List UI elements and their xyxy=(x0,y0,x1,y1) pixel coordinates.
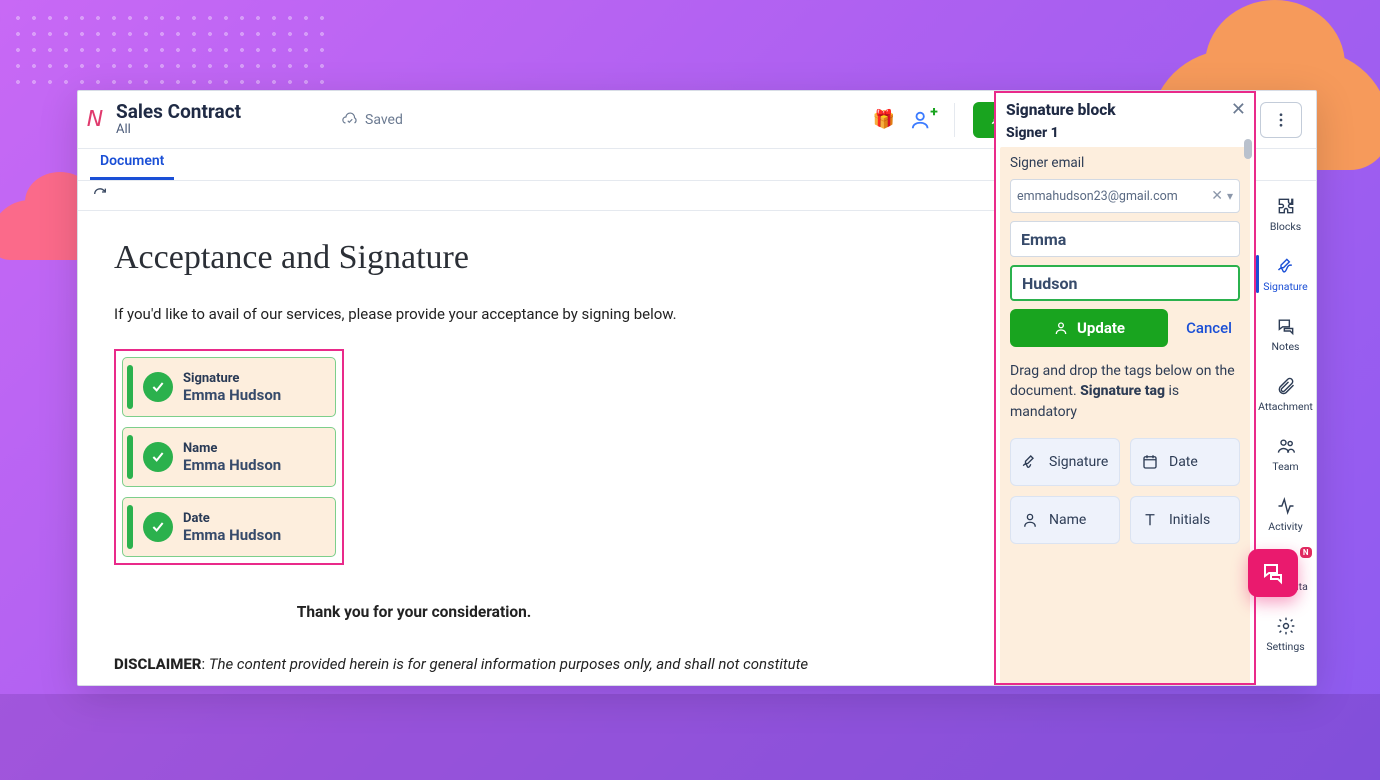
signature-icon xyxy=(1021,453,1039,471)
panel-body: Signer email emmahudson23@gmail.com ✕ ▾ … xyxy=(1000,181,1250,685)
gift-icon[interactable]: 🎁 xyxy=(870,106,898,134)
signer-email-select[interactable]: emmahudson23@gmail.com ✕ ▾ xyxy=(1010,181,1240,213)
sig-card-label: Name xyxy=(183,441,281,456)
hint-bold: Signature tag xyxy=(1080,383,1165,399)
rail-label: Settings xyxy=(1266,640,1304,653)
tag-grid: Signature Date Name Initials xyxy=(1010,438,1240,544)
tag-label: Name xyxy=(1049,512,1086,528)
email-chip: emmahudson23@gmail.com xyxy=(1017,189,1207,204)
person-icon xyxy=(1053,320,1069,336)
rail-label: Blocks xyxy=(1270,220,1301,233)
chat-bubbles-icon xyxy=(1261,561,1285,585)
more-vertical-icon xyxy=(1272,111,1290,129)
check-circle-icon xyxy=(143,512,173,542)
doc-intro: If you'd like to avail of our services, … xyxy=(114,305,1137,323)
rail-label: Activity xyxy=(1268,520,1302,533)
body: Acceptance and Signature If you'd like t… xyxy=(78,181,1316,685)
rail-label: Attachment xyxy=(1258,400,1313,413)
sig-card-value: Emma Hudson xyxy=(183,386,281,404)
sig-card-date[interactable]: Date Emma Hudson xyxy=(122,497,336,557)
disclaimer-label: DISCLAIMER xyxy=(114,655,201,673)
rail-label: Notes xyxy=(1272,340,1300,353)
text-icon xyxy=(1141,511,1159,529)
refresh-button[interactable] xyxy=(92,186,108,206)
doc-thanks: Thank you for your consideration. xyxy=(114,603,714,621)
sig-card-label: Date xyxy=(183,511,281,526)
rail-team[interactable]: Team xyxy=(1258,431,1314,477)
document-title: Sales Contract xyxy=(116,102,241,123)
tag-date[interactable]: Date xyxy=(1130,438,1240,486)
update-label: Update xyxy=(1077,319,1125,337)
tag-label: Date xyxy=(1169,454,1198,470)
saved-indicator: Saved xyxy=(341,111,403,129)
sig-card-signature[interactable]: Signature Emma Hudson xyxy=(122,357,336,417)
app-window: 𝘕 Sales Contract All Saved 🎁 + Get eSign… xyxy=(77,90,1317,686)
rail-label: Team xyxy=(1272,460,1298,473)
update-button[interactable]: Update xyxy=(1010,309,1168,347)
tag-label: Initials xyxy=(1169,512,1210,528)
document-title-block: Sales Contract All xyxy=(116,102,241,137)
rail-notes[interactable]: Notes xyxy=(1258,311,1314,357)
chevron-down-icon: ▾ xyxy=(1227,189,1233,203)
rail-activity[interactable]: Activity xyxy=(1258,491,1314,537)
tag-initials[interactable]: Initials xyxy=(1130,496,1240,544)
cloud-check-icon xyxy=(341,111,359,129)
new-pill: N xyxy=(1300,547,1312,558)
saved-label: Saved xyxy=(365,112,403,128)
person-icon xyxy=(1021,511,1039,529)
sig-card-name[interactable]: Name Emma Hudson xyxy=(122,427,336,487)
document-subtitle: All xyxy=(116,123,241,137)
right-rail: Blocks Signature Notes Attachment Team A… xyxy=(1254,181,1316,685)
signature-cards-highlight: Signature Emma Hudson Name Emma Hudson xyxy=(114,349,344,565)
tag-name[interactable]: Name xyxy=(1010,496,1120,544)
more-menu-button[interactable] xyxy=(1260,102,1302,138)
calendar-icon xyxy=(1141,453,1159,471)
sig-card-value: Emma Hudson xyxy=(183,526,281,544)
signature-panel: Signature block ✕ Signer 1 Signer email … xyxy=(994,181,1256,685)
cancel-button[interactable]: Cancel xyxy=(1178,309,1240,347)
first-name-field[interactable] xyxy=(1010,221,1240,257)
tab-document[interactable]: Document xyxy=(90,147,174,180)
activity-icon xyxy=(1276,496,1296,516)
gear-icon xyxy=(1276,616,1296,636)
email-chip-remove[interactable]: ✕ xyxy=(1211,188,1223,204)
rail-signature[interactable]: Signature xyxy=(1258,251,1314,297)
check-circle-icon xyxy=(143,442,173,472)
doc-heading: Acceptance and Signature xyxy=(114,239,1137,277)
disclaimer-text: The content provided herein is for gener… xyxy=(209,655,808,673)
chat-fab[interactable] xyxy=(1248,549,1298,597)
last-name-field[interactable] xyxy=(1010,265,1240,301)
add-user-icon[interactable]: + xyxy=(908,106,936,134)
rail-label: Signature xyxy=(1263,280,1307,293)
paperclip-icon xyxy=(1276,376,1296,396)
chat-icon xyxy=(1276,316,1296,336)
refresh-icon xyxy=(92,186,108,202)
rail-blocks[interactable]: Blocks xyxy=(1258,191,1314,237)
app-logo-icon: 𝘕 xyxy=(84,106,106,134)
puzzle-icon xyxy=(1276,196,1296,216)
signature-icon xyxy=(1276,256,1296,276)
drag-hint: Drag and drop the tags below on the docu… xyxy=(1010,361,1240,422)
rail-attachment[interactable]: Attachment xyxy=(1258,371,1314,417)
tag-label: Signature xyxy=(1049,454,1108,470)
doc-disclaimer: DISCLAIMER: The content provided herein … xyxy=(114,655,1137,673)
rail-settings[interactable]: Settings xyxy=(1258,611,1314,657)
team-icon xyxy=(1276,436,1296,456)
sig-card-value: Emma Hudson xyxy=(183,456,281,474)
tag-signature[interactable]: Signature xyxy=(1010,438,1120,486)
check-circle-icon xyxy=(143,372,173,402)
sig-card-label: Signature xyxy=(183,371,281,386)
